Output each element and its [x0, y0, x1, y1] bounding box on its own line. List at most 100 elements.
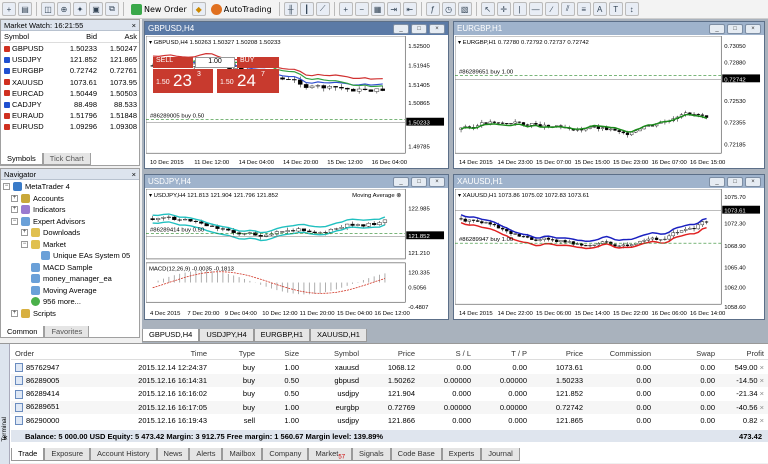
col-order[interactable]: Order: [11, 349, 111, 358]
market-watch-icon[interactable]: ◫: [41, 2, 55, 16]
text-icon[interactable]: A: [592, 2, 607, 16]
col-price[interactable]: Price: [363, 349, 419, 358]
nav-item-money-manager[interactable]: money_manager_ea: [3, 273, 137, 285]
lot-size-input[interactable]: 1.00: [195, 57, 235, 68]
col-ask[interactable]: Ask: [100, 32, 140, 41]
market-watch-row[interactable]: EURUSD 1.09296 1.09308: [1, 121, 139, 132]
chart-plot[interactable]: #86289414 buy 0.50 ▾ USDJPY,H4 121.813 12…: [146, 189, 447, 318]
col-profit[interactable]: Profit: [719, 349, 768, 358]
tab-signals[interactable]: Signals: [352, 448, 391, 461]
templates-icon[interactable]: ▧: [457, 2, 472, 16]
indicators-icon[interactable]: ƒ: [425, 2, 440, 16]
crosshair-icon[interactable]: ✛: [496, 2, 511, 16]
tab-tick-chart[interactable]: Tick Chart: [42, 153, 91, 165]
metaeditor-icon[interactable]: ◆: [191, 2, 206, 16]
maximize-icon[interactable]: □: [727, 176, 743, 187]
buy-button[interactable]: BUY: [237, 57, 279, 68]
minimize-icon[interactable]: _: [393, 23, 409, 34]
maximize-icon[interactable]: □: [411, 23, 427, 34]
table-row[interactable]: 85762947 2015.12.14 12:24:37 buy 1.00 xauusd…: [11, 361, 768, 374]
col-symbol[interactable]: Symbol: [4, 32, 56, 41]
bar-chart-icon[interactable]: ╫: [283, 2, 298, 16]
tab-company[interactable]: Company: [262, 448, 309, 461]
close-order-icon[interactable]: ×: [760, 389, 764, 398]
nav-item-root[interactable]: − MetaTrader 4: [3, 181, 137, 193]
zoom-out-icon[interactable]: −: [354, 2, 369, 16]
tab-common[interactable]: Common: [0, 326, 45, 338]
close-order-icon[interactable]: ×: [760, 403, 764, 412]
close-order-icon[interactable]: ×: [760, 376, 764, 385]
col-type[interactable]: Type: [211, 349, 259, 358]
tab-xauusd[interactable]: XAUUSD,H1: [310, 329, 367, 342]
fibonacci-icon[interactable]: ≡: [576, 2, 591, 16]
tab-journal[interactable]: Journal: [481, 448, 520, 461]
profiles-icon[interactable]: ▤: [18, 2, 32, 16]
tab-trade[interactable]: Trade: [11, 448, 45, 461]
chart-window-xauusd[interactable]: XAUUSD,H1 _ □ × #86289947 buy 1.00 ▾ XAUUSD,…: [453, 174, 765, 320]
minimize-icon[interactable]: _: [393, 176, 409, 187]
nav-item-scripts[interactable]: + Scripts: [3, 308, 137, 320]
tile-windows-icon[interactable]: ▦: [370, 2, 385, 16]
tab-experts[interactable]: Experts: [441, 448, 482, 461]
chart-plot[interactable]: #86289651 buy 1.00 ▾ EURGBP,H1 0.72780 0.…: [455, 36, 763, 167]
market-watch-row[interactable]: EURAUD 1.51796 1.51848: [1, 110, 139, 121]
market-watch-row[interactable]: EURCAD 1.50449 1.50503: [1, 88, 139, 99]
tab-news[interactable]: News: [156, 448, 190, 461]
horizontal-line-icon[interactable]: —: [528, 2, 543, 16]
close-order-icon[interactable]: ×: [760, 363, 764, 372]
nav-item-more[interactable]: 956 more...: [3, 296, 137, 308]
col-tp[interactable]: T / P: [475, 349, 531, 358]
tab-symbols[interactable]: Symbols: [0, 153, 43, 165]
market-watch-row[interactable]: XAUUSD 1073.61 1073.95: [1, 77, 139, 88]
tab-usdjpy[interactable]: USDJPY,H4: [199, 329, 254, 342]
new-chart-icon[interactable]: +: [2, 2, 16, 16]
autoscroll-icon[interactable]: ⇥: [386, 2, 401, 16]
tab-favorites[interactable]: Favorites: [44, 326, 90, 338]
autotrading-button[interactable]: AutoTrading: [208, 2, 275, 17]
minimize-icon[interactable]: _: [709, 23, 725, 34]
chart-window-usdjpy[interactable]: USDJPY,H4 _ □ × #86289414 buy 0.50 ▾ USDJPY,…: [144, 174, 449, 320]
col-swap[interactable]: Swap: [655, 349, 719, 358]
market-watch-row[interactable]: CADJPY 88.498 88.533: [1, 99, 139, 110]
tab-exposure[interactable]: Exposure: [44, 448, 91, 461]
tab-mailbox[interactable]: Mailbox: [222, 448, 263, 461]
close-icon[interactable]: ×: [132, 21, 136, 30]
nav-item-downloads[interactable]: + Downloads: [3, 227, 137, 239]
close-order-icon[interactable]: ×: [760, 416, 764, 425]
col-bid[interactable]: Bid: [56, 32, 100, 41]
nav-item-indicators[interactable]: + Indicators: [3, 204, 137, 216]
zoom-in-icon[interactable]: +: [338, 2, 353, 16]
label-icon[interactable]: T: [608, 2, 623, 16]
close-icon[interactable]: ×: [429, 23, 445, 34]
tab-alerts[interactable]: Alerts: [189, 448, 223, 461]
close-icon[interactable]: ×: [745, 176, 761, 187]
minimize-icon[interactable]: _: [709, 176, 725, 187]
chart-window-gbpusd[interactable]: GBPUSD,H4 _ □ × #86289005 buy 0.50 ▾ GBPUSD,…: [144, 21, 449, 169]
nav-item-expert-advisors[interactable]: − Expert Advisors: [3, 216, 137, 228]
table-row[interactable]: 86290000 2015.12.16 16:19:43 sell 1.00 usdjp…: [11, 414, 768, 427]
chart-plot[interactable]: #86289005 buy 0.50 ▾ GBPUSD,H4 1.50263 1.…: [146, 36, 447, 167]
table-row[interactable]: 86289414 2015.12.16 16:16:02 buy 0.50 usdjpy…: [11, 387, 768, 400]
nav-item-unique-eas[interactable]: Unique EAs System 05: [3, 250, 137, 262]
candlestick-icon[interactable]: ┃: [299, 2, 314, 16]
channel-icon[interactable]: ⫽: [560, 2, 575, 16]
chart-shift-icon[interactable]: ⇤: [402, 2, 417, 16]
tab-eurgbp[interactable]: EURGBP,H1: [253, 329, 311, 342]
sell-button[interactable]: SELL: [153, 57, 193, 68]
trendline-icon[interactable]: ∕: [544, 2, 559, 16]
table-row[interactable]: 86289005 2015.12.16 16:14:31 buy 0.50 gbpusd…: [11, 374, 768, 388]
tab-account-history[interactable]: Account History: [90, 448, 157, 461]
periods-icon[interactable]: ◷: [441, 2, 456, 16]
cursor-icon[interactable]: ↖: [480, 2, 495, 16]
tab-gbpusd[interactable]: GBPUSD,H4: [142, 329, 200, 342]
terminal-icon[interactable]: ▣: [89, 2, 103, 16]
tab-code-base[interactable]: Code Base: [390, 448, 442, 461]
vertical-line-icon[interactable]: |: [512, 2, 527, 16]
table-row[interactable]: 86289651 2015.12.16 16:17:05 buy 1.00 eurgbp…: [11, 400, 768, 414]
market-watch-row[interactable]: EURGBP 0.72742 0.72761: [1, 65, 139, 76]
market-watch-row[interactable]: GBPUSD 1.50233 1.50247: [1, 43, 139, 54]
market-watch-row[interactable]: USDJPY 121.852 121.865: [1, 54, 139, 65]
data-window-icon[interactable]: ⊕: [57, 2, 71, 16]
buy-price[interactable]: 1.50 24 7: [217, 69, 279, 93]
new-order-button[interactable]: New Order: [128, 2, 190, 17]
